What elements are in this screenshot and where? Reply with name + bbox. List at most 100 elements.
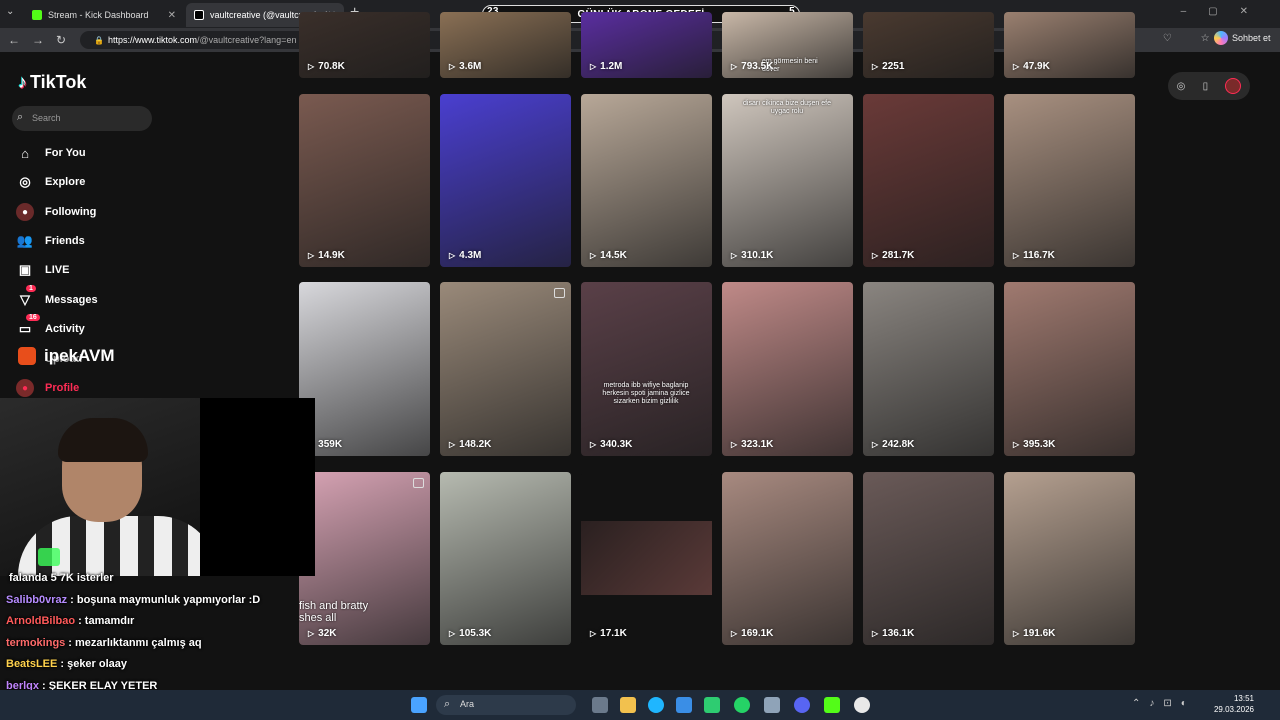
video-tile[interactable]: ▷ 1.2M: [581, 12, 712, 78]
video-tile[interactable]: ▷ 169.1K: [722, 472, 853, 645]
webcam-feed: [0, 398, 315, 576]
nav-label: LIVE: [45, 264, 70, 276]
app-icon[interactable]: [764, 697, 780, 713]
video-tile[interactable]: ▷ 242.8K: [863, 282, 994, 456]
chat-username: ArnoldBilbao: [6, 615, 76, 627]
view-count: ▷ 793.5K: [731, 61, 773, 72]
video-tile[interactable]: ▷ 2251: [863, 12, 994, 78]
video-tile[interactable]: ▷ 281.7K: [863, 94, 994, 267]
view-count: ▷ 105.3K: [449, 628, 491, 639]
video-tile[interactable]: ▷ 14.9K: [299, 94, 430, 267]
search-input[interactable]: ⌕ Search: [12, 106, 152, 131]
play-icon: ▷: [308, 251, 315, 260]
stream-watermark: ipekAVM: [18, 346, 115, 366]
video-caption: disarı cikinca bize duşen efe uygac rolu: [743, 100, 831, 115]
video-tile[interactable]: ▷ 136.1K: [863, 472, 994, 645]
view-count-value: 1.2M: [600, 61, 623, 72]
view-count: ▷ 395.3K: [1013, 439, 1055, 450]
view-count-value: 191.6K: [1023, 628, 1056, 639]
view-count-value: 310.1K: [741, 250, 774, 261]
view-count-value: 3.6M: [459, 61, 482, 72]
task-view-icon[interactable]: [592, 697, 608, 713]
device-icon[interactable]: ▯: [1203, 81, 1209, 92]
nav-activity[interactable]: ▭ 16 Activity: [16, 314, 85, 340]
obs-icon[interactable]: [854, 697, 870, 713]
edge-browser-icon[interactable]: [648, 697, 664, 713]
video-tile[interactable]: metroda ibb wifiye baglanip herkesin spo…: [581, 282, 712, 456]
windows-start-icon[interactable]: [411, 697, 427, 713]
view-count: ▷ 148.2K: [449, 439, 491, 450]
nav-label: Following: [45, 206, 97, 218]
video-tile[interactable]: ▷ 395.3K: [1004, 282, 1135, 456]
clock[interactable]: 13:51 29.03.2026: [1208, 693, 1254, 715]
play-icon: ▷: [590, 440, 597, 449]
tab-menu-chevron-icon[interactable]: ⌄: [6, 6, 14, 17]
nav-messages[interactable]: ▽ 1 Messages: [16, 285, 98, 311]
video-tile[interactable]: ▷359K: [299, 282, 430, 456]
play-icon: ▷: [731, 62, 738, 71]
view-count: ▷ 70.8K: [308, 61, 345, 72]
video-tile[interactable]: ▷ 323.1K: [722, 282, 853, 456]
video-tile[interactable]: ▷ 191.6K: [1004, 472, 1135, 645]
video-tile[interactable]: ▷ 105.3K: [440, 472, 571, 645]
nav-label: Activity: [45, 323, 85, 335]
video-tile[interactable]: ▷ 47.9K: [1004, 12, 1135, 78]
tab-title: Stream - Kick Dashboard: [48, 10, 149, 20]
refresh-icon[interactable]: ↻: [56, 33, 66, 47]
video-tile[interactable]: ▷ 3.6M: [440, 12, 571, 78]
system-tray[interactable]: ⌃♪⊡◐: [1132, 698, 1196, 709]
video-tile[interactable]: em görmesin beni döver ▷ 793.5K: [722, 12, 853, 78]
play-icon: ▷: [1013, 440, 1020, 449]
activity-icon: ▭ 16: [16, 314, 40, 338]
back-icon[interactable]: ←: [8, 33, 20, 47]
compass-icon[interactable]: ◎: [1177, 81, 1186, 92]
tiktok-logo[interactable]: ♪ TikTok: [18, 72, 86, 93]
messages-icon: ▽ 1: [16, 285, 36, 309]
play-icon: ▷: [449, 62, 456, 71]
copilot-button[interactable]: Sohbet et: [1214, 31, 1271, 45]
nav-following[interactable]: ● Following: [16, 201, 96, 223]
video-tile[interactable]: ▷ 14.5K: [581, 94, 712, 267]
video-tile[interactable]: ▷ 148.2K: [440, 282, 571, 456]
nav-label: Profile: [45, 382, 80, 394]
kick-favicon-icon: [32, 10, 42, 20]
chat-message: Salibb0vraz: boşuna maymunluk yapmıyorla…: [6, 594, 260, 606]
avatar[interactable]: [1225, 78, 1242, 94]
view-count-value: 47.9K: [1023, 61, 1050, 72]
webcam-dark-area: [200, 398, 315, 576]
file-explorer-icon[interactable]: [620, 697, 636, 713]
window-controls[interactable]: –▢✕: [1181, 6, 1270, 17]
video-tile[interactable]: ▷ 4.3M: [440, 94, 571, 267]
nav-live[interactable]: ▣ LIVE: [16, 259, 70, 281]
nav-for-you[interactable]: ⌂ For You: [16, 142, 85, 164]
nav-friends[interactable]: 👥 Friends: [16, 230, 85, 252]
play-icon: ▷: [449, 251, 456, 260]
following-icon: ●: [16, 203, 34, 221]
url-domain: https://www.tiktok.com: [107, 35, 197, 45]
discord-icon[interactable]: [794, 697, 810, 713]
close-icon[interactable]: ✕: [168, 10, 176, 21]
view-count-value: 70.8K: [318, 61, 345, 72]
nav-explore[interactable]: ◎ Explore: [16, 171, 85, 193]
view-count-value: 340.3K: [600, 439, 633, 450]
video-grid: ▷ 70.8K ▷ 3.6M ▷ 1.2M em görmesin beni döver ▷ 7…: [299, 12, 1137, 692]
video-tile[interactable]: ▷ 17.1K: [581, 472, 712, 645]
video-tile[interactable]: ▷ 116.7K: [1004, 94, 1135, 267]
lock-icon: 🔒: [94, 36, 104, 45]
kick-icon[interactable]: [824, 697, 840, 713]
tab-kick-dashboard[interactable]: Stream - Kick Dashboard ✕: [24, 3, 184, 27]
view-count: ▷ 2251: [872, 61, 904, 72]
view-count: ▷ 340.3K: [590, 439, 632, 450]
chat-text: : tamamdır: [78, 615, 135, 627]
store-icon[interactable]: [704, 697, 720, 713]
video-tile[interactable]: disarı cikinca bize duşen efe uygac rolu…: [722, 94, 853, 267]
taskbar-search[interactable]: ⌕ Ara: [436, 695, 576, 715]
search-icon: ⌕: [444, 698, 451, 710]
forward-icon[interactable]: →: [32, 33, 44, 47]
whatsapp-icon[interactable]: [734, 697, 750, 713]
nav-profile[interactable]: ● Profile: [16, 377, 79, 399]
mail-icon[interactable]: [676, 697, 692, 713]
video-tile[interactable]: ▷ 70.8K: [299, 12, 430, 78]
view-count-value: 4.3M: [459, 250, 482, 261]
view-count: ▷ 242.8K: [872, 439, 914, 450]
